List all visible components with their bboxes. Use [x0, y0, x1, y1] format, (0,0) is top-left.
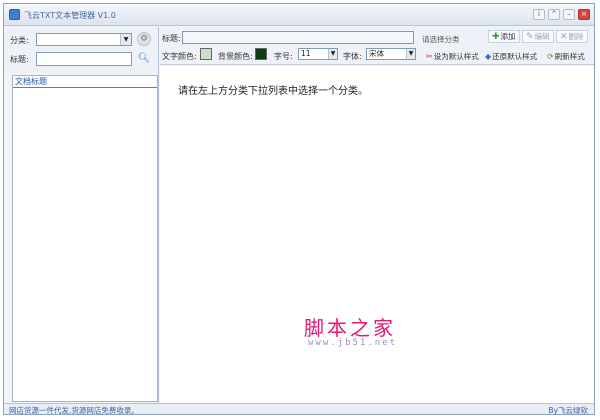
toolbar: 标题: 请选择分类 ✚添加 ✎编辑 ✕删除 文字颜色: 背景颜色: 字号: 11…	[160, 27, 594, 65]
left-panel: 分类: ▼ ⚙ 标题: 🔍︎ 文档标题	[4, 27, 159, 403]
delete-button[interactable]: ✕删除	[556, 30, 588, 43]
add-button[interactable]: ✚添加	[488, 30, 520, 43]
add-button-label: 添加	[500, 32, 516, 41]
plus-icon: ✚	[492, 32, 500, 42]
delete-icon: ✕	[560, 32, 568, 42]
delete-button-label: 删除	[568, 32, 584, 41]
content-area[interactable]: 请在左上方分类下拉列表中选择一个分类。	[160, 66, 594, 403]
bg-color-label: 背景颜色:	[218, 52, 253, 61]
category-hint: 请选择分类	[422, 35, 460, 44]
refresh-style-label: 刷新样式	[554, 52, 585, 61]
text-color-swatch[interactable]	[200, 48, 212, 60]
title-bar: 飞云TXT文本管理器 V1.0 i ^ – ×	[4, 4, 594, 26]
left-filter-area: 分类: ▼ ⚙ 标题: 🔍︎	[4, 27, 158, 73]
set-default-style-button[interactable]: ✂设为默认样式	[426, 51, 479, 62]
text-color-label: 文字颜色:	[162, 52, 197, 61]
edit-button[interactable]: ✎编辑	[522, 30, 554, 43]
doc-title-field[interactable]	[182, 31, 414, 44]
bg-color-swatch[interactable]	[255, 48, 267, 60]
document-list[interactable]: 文档标题	[12, 75, 158, 402]
font-select[interactable]: 宋体 ▼	[366, 48, 416, 60]
font-size-select[interactable]: 11 ▼	[298, 48, 338, 60]
close-button[interactable]: ×	[578, 9, 590, 20]
font-size-label: 字号:	[274, 52, 293, 61]
watermark-url: www.jb51.net	[308, 338, 398, 348]
refresh-style-button[interactable]: ⟳刷新样式	[547, 51, 585, 62]
chevron-down-icon[interactable]: ▼	[406, 49, 415, 59]
window-controls: i ^ – ×	[533, 9, 590, 20]
gear-icon[interactable]: ⚙	[137, 32, 151, 46]
chevron-down-icon[interactable]: ▼	[120, 34, 131, 45]
info-button[interactable]: i	[533, 9, 545, 20]
status-ad-link[interactable]: 网店货源一件代发,货源网店免费收录。	[9, 405, 139, 416]
restore-default-style-button[interactable]: ◆还原默认样式	[485, 51, 537, 62]
font-value: 宋体	[369, 49, 384, 58]
title-search-input[interactable]	[36, 52, 132, 66]
window-title: 飞云TXT文本管理器 V1.0	[24, 11, 116, 20]
refresh-icon: ⟳	[547, 52, 554, 61]
minimize-button[interactable]: –	[563, 9, 575, 20]
diamond-icon: ◆	[485, 52, 492, 61]
font-label: 字体:	[343, 52, 362, 61]
rollup-button[interactable]: ^	[548, 9, 560, 20]
pencil-icon: ✎	[526, 32, 534, 42]
app-icon	[9, 9, 20, 20]
doc-title-label: 标题:	[162, 34, 181, 43]
status-bar: 网店货源一件代发,货源网店免费收录。 By飞云绿软	[4, 403, 594, 416]
app-window: 飞云TXT文本管理器 V1.0 i ^ – × 分类: ▼ ⚙ 标题: 🔍︎ 文…	[3, 3, 595, 415]
title-filter-label: 标题:	[10, 55, 29, 64]
status-author-link[interactable]: By飞云绿软	[548, 405, 588, 416]
tools-icon: ✂	[426, 52, 433, 61]
category-select[interactable]: ▼	[36, 33, 132, 46]
edit-button-label: 编辑	[534, 32, 550, 41]
list-header-document-title[interactable]: 文档标题	[13, 76, 157, 88]
restore-default-style-label: 还原默认样式	[492, 52, 538, 61]
category-label: 分类:	[10, 36, 29, 45]
search-icon[interactable]: 🔍︎	[137, 52, 151, 66]
empty-state-message: 请在左上方分类下拉列表中选择一个分类。	[178, 86, 368, 97]
chevron-down-icon[interactable]: ▼	[328, 49, 337, 59]
font-size-value: 11	[301, 49, 311, 58]
set-default-style-label: 设为默认样式	[433, 52, 479, 61]
watermark-logo: 脚本之家	[304, 316, 396, 340]
